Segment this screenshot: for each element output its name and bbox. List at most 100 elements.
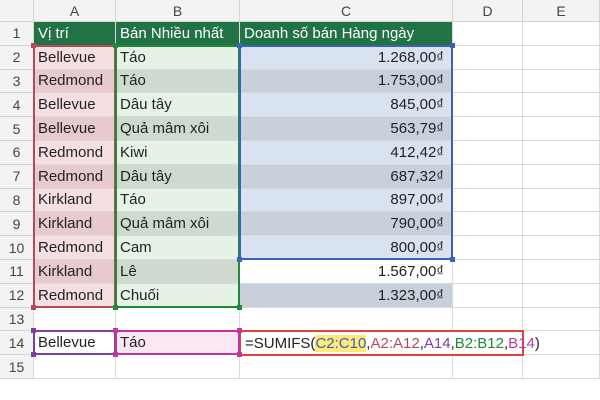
range-handle[interactable] bbox=[113, 42, 118, 48]
row-header-1[interactable]: 1 bbox=[0, 22, 34, 46]
range-handle[interactable] bbox=[31, 42, 36, 48]
cell-sales[interactable]: 1.567,00₫ bbox=[240, 260, 453, 284]
cell-sales[interactable]: 687,32₫ bbox=[240, 164, 453, 189]
row-header-6[interactable]: 6 bbox=[0, 141, 34, 165]
column-header-d[interactable]: D bbox=[453, 0, 523, 22]
cell-empty[interactable] bbox=[453, 260, 523, 284]
cell-empty[interactable] bbox=[523, 236, 600, 260]
cell-empty[interactable] bbox=[453, 117, 523, 141]
cell-empty[interactable] bbox=[523, 355, 600, 379]
row-header-12[interactable]: 12 bbox=[0, 283, 34, 308]
row-header-15[interactable]: 15 bbox=[0, 355, 34, 379]
cell-item[interactable]: Táo bbox=[116, 69, 240, 94]
cell-sales[interactable]: 563,79₫ bbox=[240, 117, 453, 141]
cell-empty[interactable] bbox=[523, 141, 600, 165]
range-handle[interactable] bbox=[237, 257, 242, 262]
cell-empty[interactable] bbox=[453, 307, 523, 332]
cell-empty[interactable] bbox=[523, 164, 600, 189]
cell-empty[interactable] bbox=[34, 307, 116, 332]
cell-item[interactable]: Táo bbox=[116, 45, 240, 70]
cell-sales[interactable]: 1.753,00₫ bbox=[240, 69, 453, 94]
cell-empty[interactable] bbox=[240, 307, 453, 332]
cell-sales[interactable]: 800,00₫ bbox=[240, 236, 453, 260]
cell-item[interactable]: Quả mâm xôi bbox=[116, 117, 240, 141]
header-best-seller[interactable]: Bán Nhiều nhất bbox=[116, 22, 240, 46]
formula-input-c14[interactable]: =SUMIFS(C2:C10, A2:A12, A14, B2:B12, B14) bbox=[239, 330, 540, 357]
cell-item[interactable]: Quả mâm xôi bbox=[116, 212, 240, 237]
cell-empty[interactable] bbox=[116, 355, 240, 379]
row-header-10[interactable]: 10 bbox=[0, 236, 34, 260]
cell-e1[interactable] bbox=[523, 22, 600, 46]
cell-a14-criteria[interactable]: Bellevue bbox=[34, 331, 116, 356]
cell-location[interactable]: Kirkland bbox=[34, 188, 116, 213]
cell-item[interactable]: Chuối bbox=[116, 283, 240, 308]
row-header-2[interactable]: 2 bbox=[0, 45, 34, 70]
cell-sales[interactable]: 1.268,00₫ bbox=[240, 45, 453, 70]
row-header-14[interactable]: 14 bbox=[0, 331, 34, 356]
cell-item[interactable]: Cam bbox=[116, 236, 240, 260]
cell-sales[interactable]: 897,00₫ bbox=[240, 188, 453, 213]
cell-sales[interactable]: 790,00₫ bbox=[240, 212, 453, 237]
cell-empty[interactable] bbox=[116, 307, 240, 332]
cell-empty[interactable] bbox=[523, 212, 600, 237]
cell-empty[interactable] bbox=[523, 307, 600, 332]
row-header-8[interactable]: 8 bbox=[0, 188, 34, 213]
cell-empty[interactable] bbox=[453, 45, 523, 70]
cell-empty[interactable] bbox=[453, 236, 523, 260]
cell-item[interactable]: Táo bbox=[116, 188, 240, 213]
range-handle[interactable] bbox=[113, 328, 118, 334]
cell-empty[interactable] bbox=[523, 93, 600, 118]
cell-empty[interactable] bbox=[453, 212, 523, 237]
cell-item[interactable]: Dâu tây bbox=[116, 93, 240, 118]
range-handle[interactable] bbox=[450, 257, 455, 262]
cell-item[interactable]: Dâu tây bbox=[116, 164, 240, 189]
cell-empty[interactable] bbox=[523, 260, 600, 284]
row-header-3[interactable]: 3 bbox=[0, 69, 34, 94]
column-header-c[interactable]: C bbox=[240, 0, 453, 22]
range-handle[interactable] bbox=[31, 328, 36, 334]
cell-location[interactable]: Redmond bbox=[34, 141, 116, 165]
cell-sales[interactable]: 1.323,00₫ bbox=[240, 283, 453, 308]
cell-location[interactable]: Redmond bbox=[34, 283, 116, 308]
cell-empty[interactable] bbox=[453, 164, 523, 189]
cell-b14-criteria[interactable]: Táo bbox=[116, 331, 240, 356]
cell-empty[interactable] bbox=[453, 69, 523, 94]
column-header-b[interactable]: B bbox=[116, 0, 240, 22]
range-handle[interactable] bbox=[237, 352, 242, 358]
header-location[interactable]: Vị trí bbox=[34, 22, 116, 46]
cell-location[interactable]: Redmond bbox=[34, 69, 116, 94]
column-header-a[interactable]: A bbox=[34, 0, 116, 22]
cell-location[interactable]: Bellevue bbox=[34, 117, 116, 141]
cell-empty[interactable] bbox=[523, 45, 600, 70]
cell-empty[interactable] bbox=[523, 188, 600, 213]
cell-location[interactable]: Kirkland bbox=[34, 260, 116, 284]
cell-empty[interactable] bbox=[523, 117, 600, 141]
cell-empty[interactable] bbox=[523, 283, 600, 308]
range-handle[interactable] bbox=[237, 328, 242, 334]
cell-empty[interactable] bbox=[453, 141, 523, 165]
cell-empty[interactable] bbox=[453, 355, 523, 379]
cell-d1[interactable] bbox=[453, 22, 523, 46]
row-header-11[interactable]: 11 bbox=[0, 260, 34, 284]
row-header-13[interactable]: 13 bbox=[0, 307, 34, 332]
cell-empty[interactable] bbox=[523, 69, 600, 94]
range-handle[interactable] bbox=[113, 352, 118, 358]
cell-location[interactable]: Kirkland bbox=[34, 212, 116, 237]
select-all-corner[interactable] bbox=[0, 0, 34, 22]
cell-empty[interactable] bbox=[453, 188, 523, 213]
range-handle[interactable] bbox=[31, 352, 36, 358]
cell-sales[interactable]: 412,42₫ bbox=[240, 141, 453, 165]
range-handle[interactable] bbox=[237, 304, 242, 310]
row-header-9[interactable]: 9 bbox=[0, 212, 34, 237]
cell-item[interactable]: Kiwi bbox=[116, 141, 240, 165]
cell-sales[interactable]: 845,00₫ bbox=[240, 93, 453, 118]
cell-location[interactable]: Bellevue bbox=[34, 45, 116, 70]
column-header-e[interactable]: E bbox=[523, 0, 600, 22]
cell-empty[interactable] bbox=[453, 283, 523, 308]
cell-empty[interactable] bbox=[240, 355, 453, 379]
cell-empty[interactable] bbox=[34, 355, 116, 379]
cell-location[interactable]: Redmond bbox=[34, 236, 116, 260]
cell-empty[interactable] bbox=[453, 93, 523, 118]
range-handle[interactable] bbox=[113, 304, 118, 310]
cell-item[interactable]: Lê bbox=[116, 260, 240, 284]
